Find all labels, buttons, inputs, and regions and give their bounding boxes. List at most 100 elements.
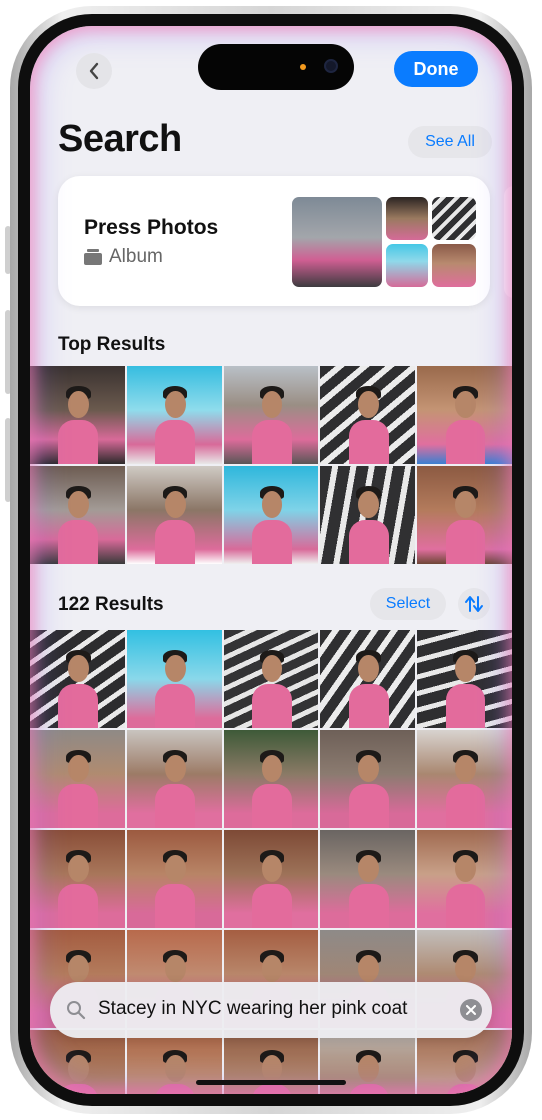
back-button[interactable] xyxy=(76,53,112,89)
photo-thumbnail[interactable] xyxy=(30,730,125,828)
photo-subject-face xyxy=(67,754,89,782)
photo-subject-fig xyxy=(445,783,486,828)
photo-thumbnail[interactable] xyxy=(30,1030,125,1094)
photo-thumbnail[interactable] xyxy=(417,730,512,828)
photo-subject-face xyxy=(164,490,186,518)
photo-subject-fig xyxy=(348,1083,389,1094)
photo-thumbnail[interactable] xyxy=(417,1030,512,1094)
photo-subject-fig xyxy=(348,519,389,564)
photo-thumbnail[interactable] xyxy=(223,366,319,464)
search-query[interactable]: Stacey in NYC wearing her pink coat xyxy=(98,998,407,1020)
search-field[interactable]: Stacey in NYC wearing her pink coat xyxy=(50,982,492,1038)
photo-thumbnail[interactable] xyxy=(126,630,222,728)
photo-subject-fig xyxy=(58,883,99,928)
photo-subject-face xyxy=(358,490,380,518)
photo-subject-fig xyxy=(445,883,486,928)
photo-subject-fig xyxy=(58,683,99,728)
photo-thumbnail[interactable] xyxy=(320,466,416,564)
photo-subject-fig xyxy=(155,419,196,464)
screen: Done Search See All Press Photos Album T… xyxy=(30,26,512,1094)
photo-subject-face xyxy=(67,854,89,882)
see-all-button[interactable]: See All xyxy=(408,126,492,158)
top-results-grid xyxy=(30,366,512,564)
photo-thumbnail[interactable] xyxy=(223,730,319,828)
photo-subject-fig xyxy=(252,519,292,564)
photo-thumbnail[interactable] xyxy=(417,466,512,564)
album-card[interactable]: Press Photos Album xyxy=(58,176,490,306)
photo-subject-face xyxy=(358,754,380,782)
photo-thumbnail[interactable] xyxy=(126,366,222,464)
photo-subject-face xyxy=(261,954,283,982)
photo-subject-fig xyxy=(348,783,389,828)
photo-thumbnail[interactable] xyxy=(320,830,416,928)
photo-subject-face xyxy=(164,854,186,882)
search-icon xyxy=(67,1001,86,1020)
photo-subject-face xyxy=(67,490,89,518)
photo-subject-face xyxy=(261,654,283,682)
photo-thumbnail[interactable] xyxy=(126,830,222,928)
photo-thumbnail[interactable] xyxy=(320,730,416,828)
photo-subject-face xyxy=(455,854,476,882)
photo-thumbnail[interactable] xyxy=(30,366,125,464)
photo-thumbnail[interactable] xyxy=(30,630,125,728)
photo-subject-face xyxy=(67,654,89,682)
photo-thumbnail[interactable] xyxy=(30,830,125,928)
photo-thumbnail[interactable] xyxy=(223,830,319,928)
photo-subject-face xyxy=(261,854,283,882)
album-thumbnails xyxy=(292,197,476,287)
album-thumb xyxy=(386,197,428,240)
photo-subject-fig xyxy=(252,1083,292,1094)
photo-subject-fig xyxy=(155,883,196,928)
album-thumb xyxy=(386,244,428,287)
photo-subject-fig xyxy=(348,683,389,728)
photo-subject-fig xyxy=(252,683,292,728)
photo-subject-face xyxy=(164,390,186,418)
photo-subject-face xyxy=(164,954,186,982)
next-album-card-edge[interactable] xyxy=(504,186,512,298)
sort-button[interactable] xyxy=(458,588,490,620)
album-subtitle: Album xyxy=(84,246,163,268)
album-thumb-large xyxy=(292,197,382,287)
photo-subject-face xyxy=(67,954,89,982)
photo-subject-face xyxy=(261,1054,283,1082)
album-thumb xyxy=(432,244,476,287)
photo-subject-face xyxy=(358,390,380,418)
page-title: Search xyxy=(58,118,182,160)
photo-subject-face xyxy=(164,754,186,782)
select-button[interactable]: Select xyxy=(370,588,446,620)
photo-subject-fig xyxy=(58,519,99,564)
chevron-left-icon xyxy=(89,62,99,80)
photo-subject-face xyxy=(261,390,283,418)
photo-subject-fig xyxy=(348,419,389,464)
album-type-label: Album xyxy=(109,246,163,267)
photo-thumbnail[interactable] xyxy=(320,366,416,464)
photo-subject-fig xyxy=(445,1083,486,1094)
photo-thumbnail[interactable] xyxy=(126,466,222,564)
photo-subject-face xyxy=(261,754,283,782)
photo-thumbnail[interactable] xyxy=(417,830,512,928)
photo-thumbnail[interactable] xyxy=(126,730,222,828)
photo-subject-face xyxy=(67,1054,89,1082)
home-indicator[interactable] xyxy=(196,1080,346,1085)
clear-icon[interactable] xyxy=(460,999,482,1021)
photo-subject-fig xyxy=(58,783,99,828)
photo-thumbnail[interactable] xyxy=(320,630,416,728)
done-button[interactable]: Done xyxy=(394,51,478,87)
photo-thumbnail[interactable] xyxy=(223,630,319,728)
photo-subject-face xyxy=(358,954,380,982)
results-count-title: 122 Results xyxy=(58,594,164,615)
album-thumb xyxy=(432,197,476,240)
photo-subject-face xyxy=(261,490,283,518)
photo-subject-fig xyxy=(58,419,99,464)
photo-subject-fig xyxy=(252,783,292,828)
photo-thumbnail[interactable] xyxy=(223,466,319,564)
photo-subject-face xyxy=(455,754,476,782)
photo-thumbnail[interactable] xyxy=(417,366,512,464)
photo-subject-face xyxy=(455,390,476,418)
dynamic-island xyxy=(198,44,354,90)
photo-subject-fig xyxy=(155,783,196,828)
photo-subject-face xyxy=(455,490,476,518)
photo-thumbnail[interactable] xyxy=(30,466,125,564)
photo-subject-face xyxy=(455,954,476,982)
photo-thumbnail[interactable] xyxy=(417,630,512,728)
